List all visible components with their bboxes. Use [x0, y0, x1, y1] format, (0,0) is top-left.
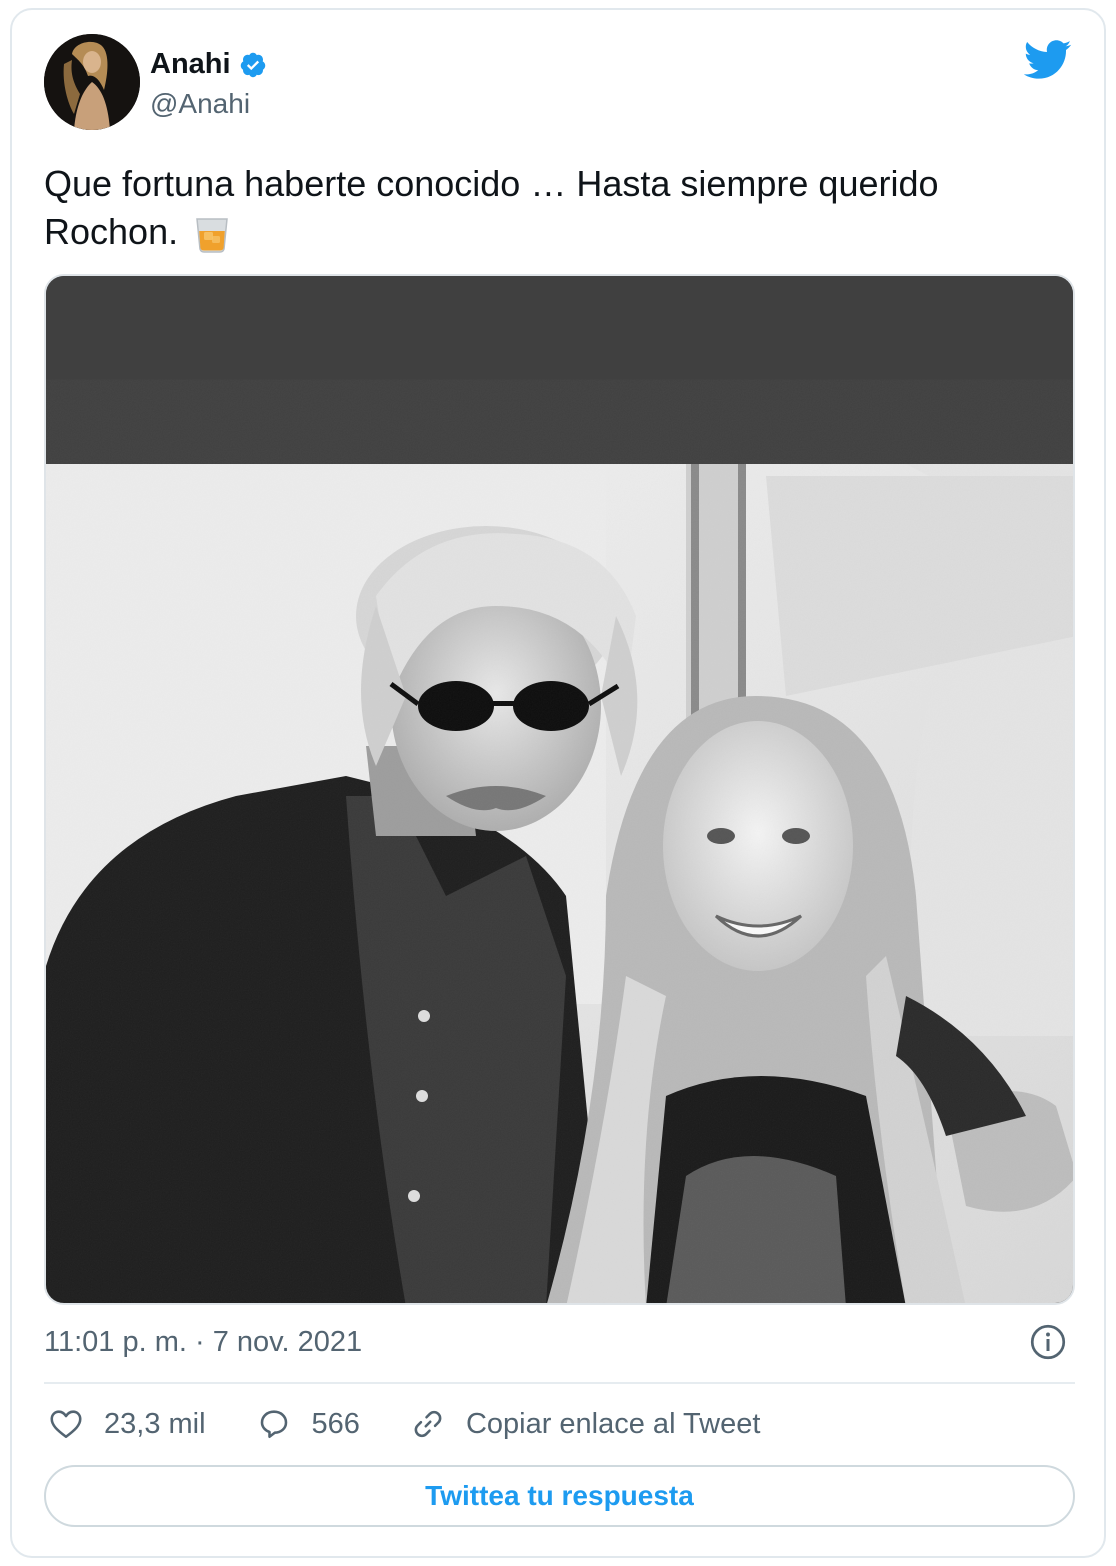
tweet-timestamp[interactable]: 11:01 p. m. · 7 nov. 2021	[44, 1326, 362, 1359]
divider	[44, 1382, 1075, 1384]
author-name[interactable]: Anahi	[150, 48, 231, 81]
comment-bubble-icon	[260, 1410, 287, 1439]
reply-button[interactable]: Twittea tu respuesta	[44, 1465, 1075, 1527]
tweet-text: Que fortuna haberte conocido … Hasta sie…	[44, 160, 1054, 256]
tweet-text-line1: Que fortuna haberte conocido … Hasta sie…	[44, 163, 939, 204]
tweet-photo[interactable]	[44, 274, 1075, 1305]
reply-count: 566	[311, 1407, 360, 1440]
author-handle[interactable]: @Anahi	[150, 88, 250, 120]
like-count: 23,3 mil	[104, 1407, 206, 1440]
tweet-card: Anahi @Anahi Que fortuna haberte conocid…	[10, 8, 1106, 1558]
action-bar: 23,3 mil 566 Copiar enlace al Tweet	[48, 1404, 810, 1444]
copy-link-label: Copiar enlace al Tweet	[465, 1407, 761, 1440]
copy-link-button[interactable]: Copiar enlace al Tweet	[410, 1406, 760, 1442]
twitter-bird-icon[interactable]	[1024, 40, 1072, 80]
tweet-text-line2: Rochon.	[44, 211, 179, 252]
tumbler-glass-icon	[196, 218, 228, 254]
reply-button-label: Twittea tu respuesta	[425, 1480, 694, 1511]
reply-count-button[interactable]: 566	[256, 1406, 360, 1442]
like-button[interactable]: 23,3 mil	[48, 1406, 206, 1442]
info-icon[interactable]	[1030, 1324, 1066, 1360]
link-icon	[414, 1410, 442, 1438]
verified-badge-icon	[240, 52, 265, 77]
author-name-row: Anahi	[150, 48, 267, 81]
author-avatar[interactable]	[44, 34, 140, 130]
heart-icon	[50, 1410, 82, 1439]
